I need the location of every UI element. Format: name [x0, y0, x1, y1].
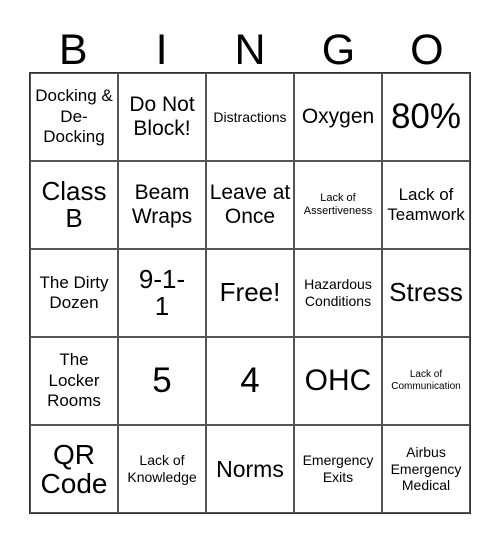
header-letter-n: N: [234, 26, 266, 74]
bingo-grid: Docking & De-Docking Do Not Block! Distr…: [29, 72, 471, 514]
bingo-cell: Leave at Once: [206, 161, 294, 249]
bingo-cell: Do Not Block!: [118, 73, 206, 161]
bingo-cell: OHC: [294, 337, 382, 425]
bingo-cell: 4: [206, 337, 294, 425]
bingo-cell: 9-1-1: [118, 249, 206, 337]
bingo-cell: Stress: [382, 249, 470, 337]
free-space: Free!: [206, 249, 294, 337]
bingo-cell: Lack of Teamwork: [382, 161, 470, 249]
bingo-cell: Beam Wraps: [118, 161, 206, 249]
bingo-cell: Lack of Knowledge: [118, 425, 206, 513]
bingo-cell: Oxygen: [294, 73, 382, 161]
bingo-cell: Docking & De-Docking: [30, 73, 118, 161]
bingo-cell: Hazardous Conditions: [294, 249, 382, 337]
bingo-cell: Lack of Assertiveness: [294, 161, 382, 249]
bingo-cell: QR Code: [30, 425, 118, 513]
bingo-cell: 80%: [382, 73, 470, 161]
bingo-cell: 5: [118, 337, 206, 425]
header-letter-o: O: [410, 26, 444, 74]
bingo-cell: Airbus Emergency Medical: [382, 425, 470, 513]
bingo-cell: The Dirty Dozen: [30, 249, 118, 337]
header-letter-i: I: [155, 26, 168, 74]
bingo-cell: Emergency Exits: [294, 425, 382, 513]
bingo-cell: Norms: [206, 425, 294, 513]
header-letter-b: B: [58, 26, 88, 74]
bingo-cell: Lack of Communication: [382, 337, 470, 425]
bingo-header: B I N G O: [29, 28, 471, 72]
bingo-cell: The Locker Rooms: [30, 337, 118, 425]
bingo-cell: Distractions: [206, 73, 294, 161]
bingo-cell: Class B: [30, 161, 118, 249]
header-letter-g: G: [321, 26, 356, 74]
